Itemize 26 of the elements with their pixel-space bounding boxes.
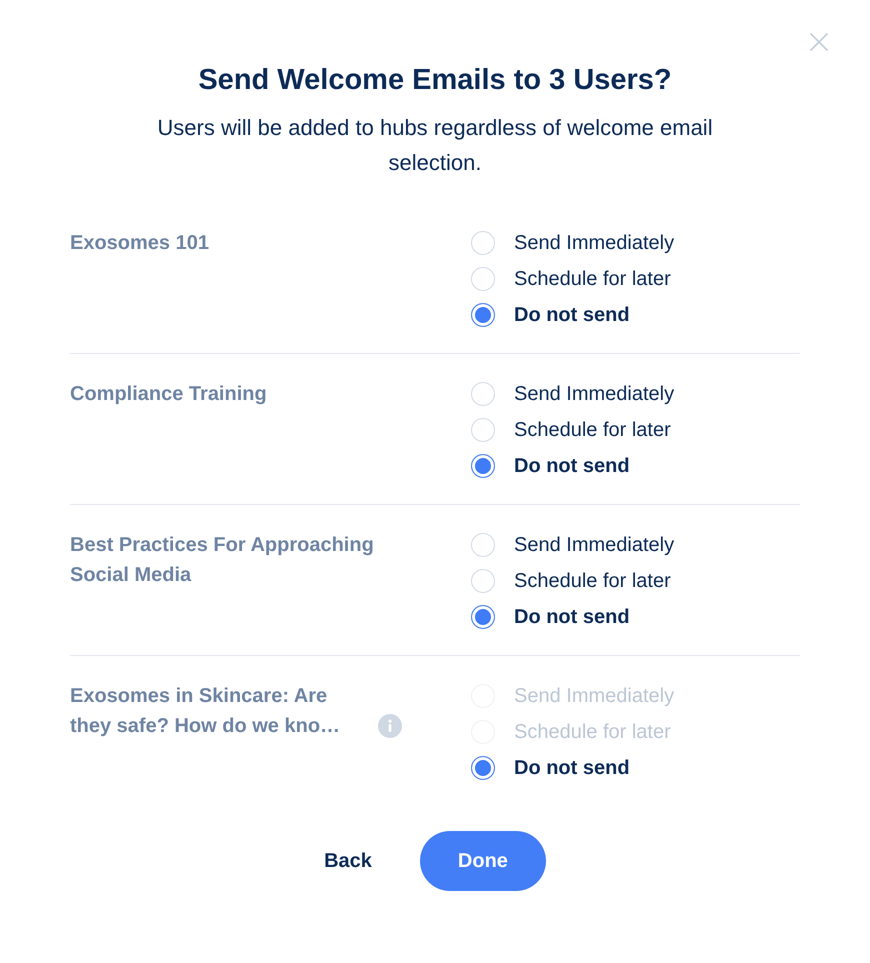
close-button[interactable] <box>810 33 828 51</box>
hub-name: Compliance Training <box>70 382 267 407</box>
radio-label: Do not send <box>514 303 630 328</box>
close-icon <box>810 33 828 51</box>
radio-label: Do not send <box>514 756 630 781</box>
hub-name: Exosomes in Skincare: Are they safe? How do we kno… <box>70 684 342 739</box>
radio-label: Schedule for later <box>514 418 671 443</box>
radio-button[interactable] <box>471 454 495 478</box>
radio-label: Schedule for later <box>514 569 671 594</box>
radio-label: Send Immediately <box>514 533 674 558</box>
radio-button[interactable] <box>471 756 495 780</box>
dialog-title: Send Welcome Emails to 3 Users? <box>198 63 672 98</box>
back-button[interactable]: Back <box>324 831 372 891</box>
hub-name: Best Practices For Approaching Social Media <box>70 533 375 588</box>
radio-label: Schedule for later <box>514 267 671 292</box>
radio-label: Schedule for later <box>514 720 671 745</box>
hub-name: Exosomes 101 <box>70 231 209 256</box>
radio-label: Send Immediately <box>514 684 674 709</box>
dialog-subtitle: Users will be added to hubs regardless of welcome email selection. <box>156 114 714 177</box>
radio-label: Send Immediately <box>514 231 674 256</box>
done-button[interactable]: Done <box>420 831 546 891</box>
radio-button[interactable] <box>471 303 495 327</box>
radio-label: Do not send <box>514 454 630 479</box>
radio-label: Do not send <box>514 605 630 630</box>
radio-label: Send Immediately <box>514 382 674 407</box>
radio-button[interactable] <box>471 605 495 629</box>
